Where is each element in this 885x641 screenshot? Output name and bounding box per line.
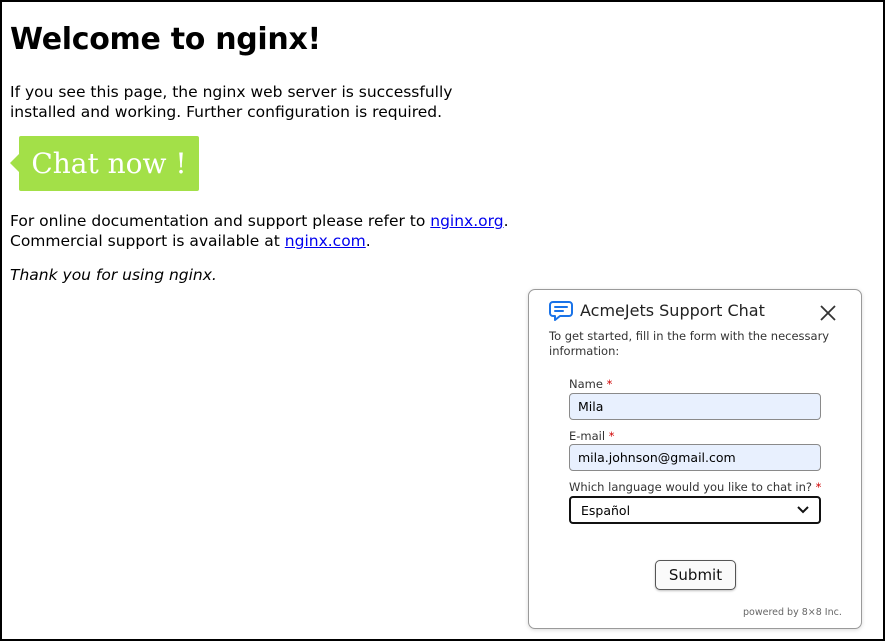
commercial-suffix: . — [365, 232, 371, 250]
chat-widget-intro: To get started, fill in the form with th… — [549, 329, 830, 358]
support-paragraph: For online documentation and support ple… — [10, 211, 520, 251]
docs-suffix: . — [503, 212, 509, 230]
chevron-down-icon — [797, 506, 809, 514]
chat-bubble-icon — [549, 301, 573, 321]
language-select[interactable]: Español — [569, 496, 821, 524]
nginx-welcome-page: Welcome to nginx! If you see this page, … — [10, 0, 530, 284]
commercial-text: Commercial support is available at — [10, 232, 285, 250]
required-mark: * — [606, 377, 613, 391]
powered-by-text: powered by 8×8 Inc. — [743, 607, 842, 618]
email-input[interactable] — [569, 444, 821, 471]
chat-widget-title: AcmeJets Support Chat — [580, 301, 765, 320]
required-mark: * — [815, 480, 822, 494]
name-label-text: Name — [569, 377, 603, 391]
support-chat-widget: AcmeJets Support Chat To get started, fi… — [528, 289, 862, 629]
submit-button[interactable]: Submit — [655, 560, 736, 590]
email-label: E-mail * — [569, 429, 614, 443]
nginx-org-link[interactable]: nginx.org — [430, 212, 503, 230]
language-label-text: Which language would you like to chat in… — [569, 480, 812, 494]
intro-paragraph: If you see this page, the nginx web serv… — [10, 83, 453, 121]
close-icon[interactable] — [817, 302, 839, 324]
name-input[interactable] — [569, 393, 821, 420]
name-label: Name * — [569, 377, 612, 391]
nginx-com-link[interactable]: nginx.com — [285, 232, 366, 250]
thanks-text: Thank you for using nginx. — [10, 266, 217, 284]
email-label-text: E-mail — [569, 429, 606, 443]
language-select-value: Español — [581, 502, 631, 518]
chat-now-button[interactable]: Chat now ! — [10, 136, 199, 191]
page-title: Welcome to nginx! — [10, 22, 321, 57]
language-label: Which language would you like to chat in… — [569, 480, 821, 494]
required-mark: * — [608, 429, 615, 443]
docs-text: For online documentation and support ple… — [10, 212, 431, 230]
